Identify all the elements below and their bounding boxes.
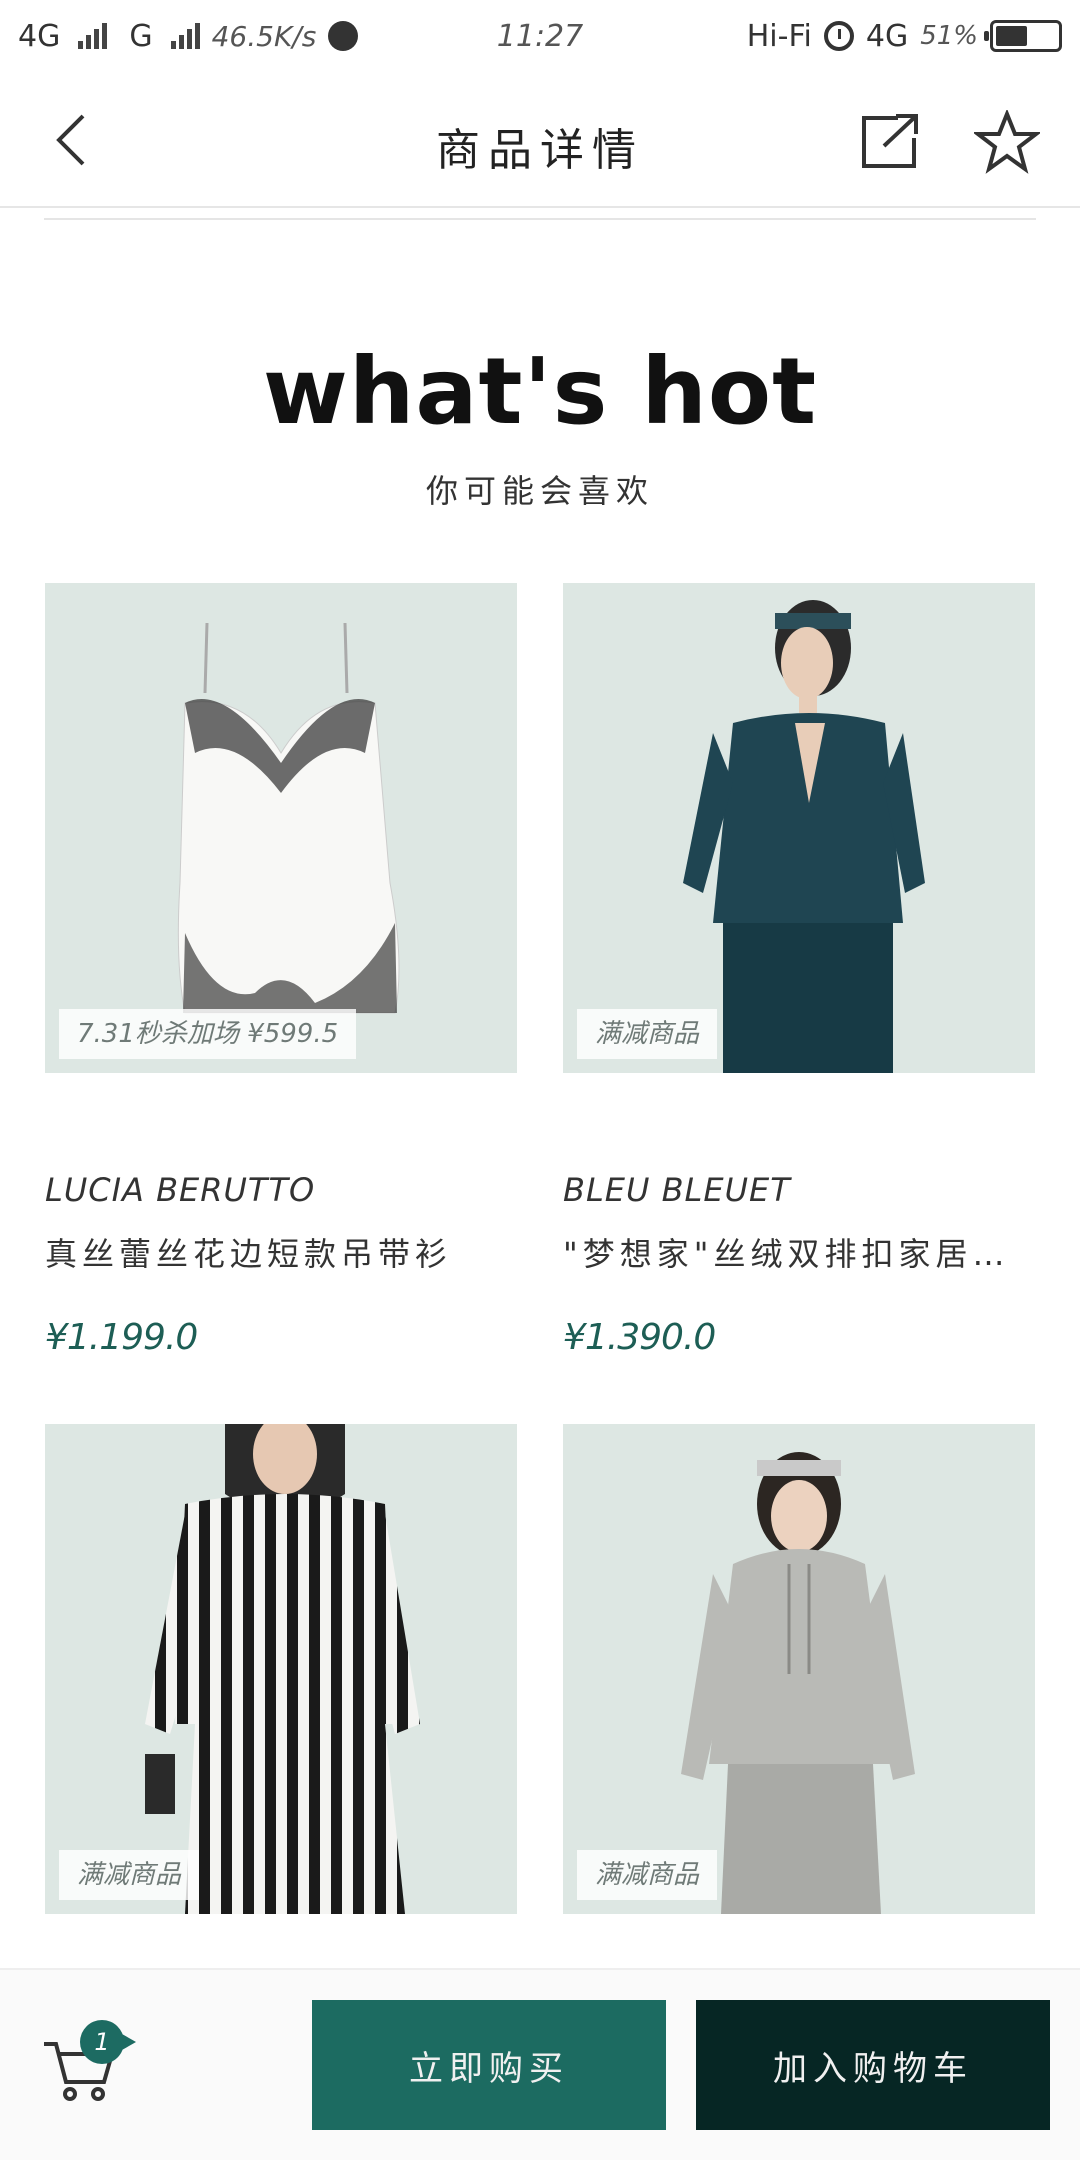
product-card[interactable]: 7.31秒杀加场 ¥599.5 LUCIA BERUTTO 真丝蕾丝花边短款吊带… — [45, 583, 517, 1383]
promo-badge: 7.31秒杀加场 ¥599.5 — [59, 1009, 357, 1059]
section-title: what's hot — [262, 338, 818, 445]
product-brand: LUCIA BERUTTO — [45, 1171, 316, 1209]
camisole-image — [45, 583, 517, 1073]
promo-badge: 满减商品 — [59, 1850, 200, 1900]
status-bar: 4G G 46.5K/s 11:27 Hi-Fi 4G 51% — [0, 0, 1080, 72]
product-name: "梦想家"丝绒双排扣家居… — [563, 1235, 1010, 1273]
product-card[interactable]: 满减商品 — [45, 1424, 517, 1914]
bottom-action-bar: 1 立即购买 加入购物车 — [0, 1968, 1080, 2160]
product-brand: BLEU BLEUET — [563, 1171, 791, 1209]
favorite-button[interactable] — [972, 108, 1042, 174]
product-price: ¥1.390.0 — [563, 1317, 716, 1358]
grey-hoodie-image — [563, 1424, 1035, 1914]
product-name: 真丝蕾丝花边短款吊带衫 — [45, 1235, 453, 1273]
product-image[interactable]: 7.31秒杀加场 ¥599.5 — [45, 583, 517, 1073]
product-detail-screen: 4G G 46.5K/s 11:27 Hi-Fi 4G 51% 商品详情 wha… — [0, 0, 1080, 2160]
buy-now-button[interactable]: 立即购买 — [312, 2000, 666, 2130]
battery-fill — [996, 26, 1027, 46]
product-image[interactable]: 满减商品 — [563, 1424, 1035, 1914]
product-card[interactable]: 满减商品 — [563, 1424, 1035, 1914]
product-image[interactable]: 满减商品 — [563, 583, 1035, 1073]
star-icon — [972, 108, 1042, 174]
share-button[interactable] — [858, 112, 922, 172]
product-image[interactable]: 满减商品 — [45, 1424, 517, 1914]
battery-icon — [984, 20, 1062, 52]
section-subtitle: 你可能会喜欢 — [425, 472, 654, 510]
product-price: ¥1.199.0 — [45, 1317, 198, 1358]
content-divider — [44, 218, 1036, 220]
clock: 11:27 — [496, 18, 584, 54]
page-header: 商品详情 — [0, 72, 1080, 208]
cart-count-badge: 1 — [80, 2020, 136, 2064]
alarm-icon — [823, 21, 854, 51]
promo-badge: 满减商品 — [577, 1009, 718, 1059]
promo-badge: 满减商品 — [577, 1850, 718, 1900]
velvet-pajama-image — [563, 583, 1035, 1073]
share-icon — [862, 114, 918, 168]
add-to-cart-button[interactable]: 加入购物车 — [696, 2000, 1050, 2130]
striped-pajama-image — [45, 1424, 517, 1914]
product-card[interactable]: 满减商品 BLEU BLEUET "梦想家"丝绒双排扣家居… ¥1.390.0 — [563, 583, 1035, 1383]
